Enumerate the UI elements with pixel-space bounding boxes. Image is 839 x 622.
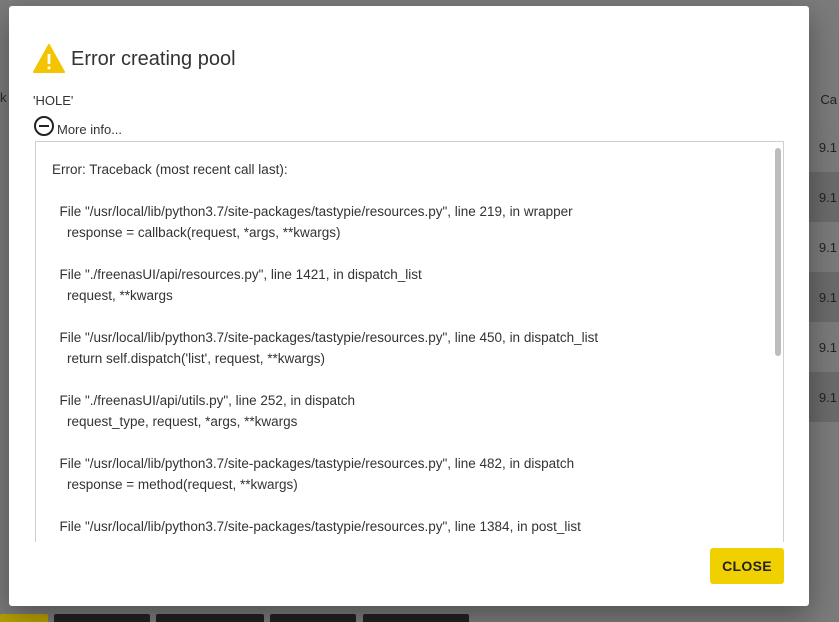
more-info-toggle[interactable]: More info... — [33, 114, 122, 138]
bg-button — [363, 614, 469, 622]
bg-column-header-capacity: Ca — [820, 92, 837, 107]
error-dialog: Error creating pool 'HOLE' More info... … — [9, 6, 809, 606]
bg-cell-value: 9.1 — [818, 240, 837, 255]
bg-cell-value: 9.1 — [818, 140, 837, 155]
error-message: 'HOLE' — [33, 93, 74, 108]
bg-button — [270, 614, 356, 622]
minus-circle-icon[interactable] — [33, 115, 55, 137]
bg-cell-value: 9.1 — [818, 340, 837, 355]
scrollbar-thumb[interactable] — [775, 148, 781, 356]
dialog-header: Error creating pool — [33, 42, 236, 76]
traceback-panel[interactable]: Error: Traceback (most recent call last)… — [35, 141, 784, 542]
bg-cell-value: 9.1 — [818, 390, 837, 405]
traceback-scrollbar[interactable] — [773, 142, 783, 542]
warning-icon — [33, 44, 65, 73]
more-info-label: More info... — [57, 121, 123, 137]
bg-button — [0, 614, 48, 622]
bg-cell-value: 9.1 — [818, 190, 837, 205]
bg-cell-value: 9.1 — [818, 290, 837, 305]
close-button[interactable]: CLOSE — [710, 548, 784, 584]
bg-button — [156, 614, 264, 622]
traceback-text: Error: Traceback (most recent call last)… — [52, 162, 599, 534]
dialog-title: Error creating pool — [71, 47, 236, 70]
bg-button — [54, 614, 150, 622]
